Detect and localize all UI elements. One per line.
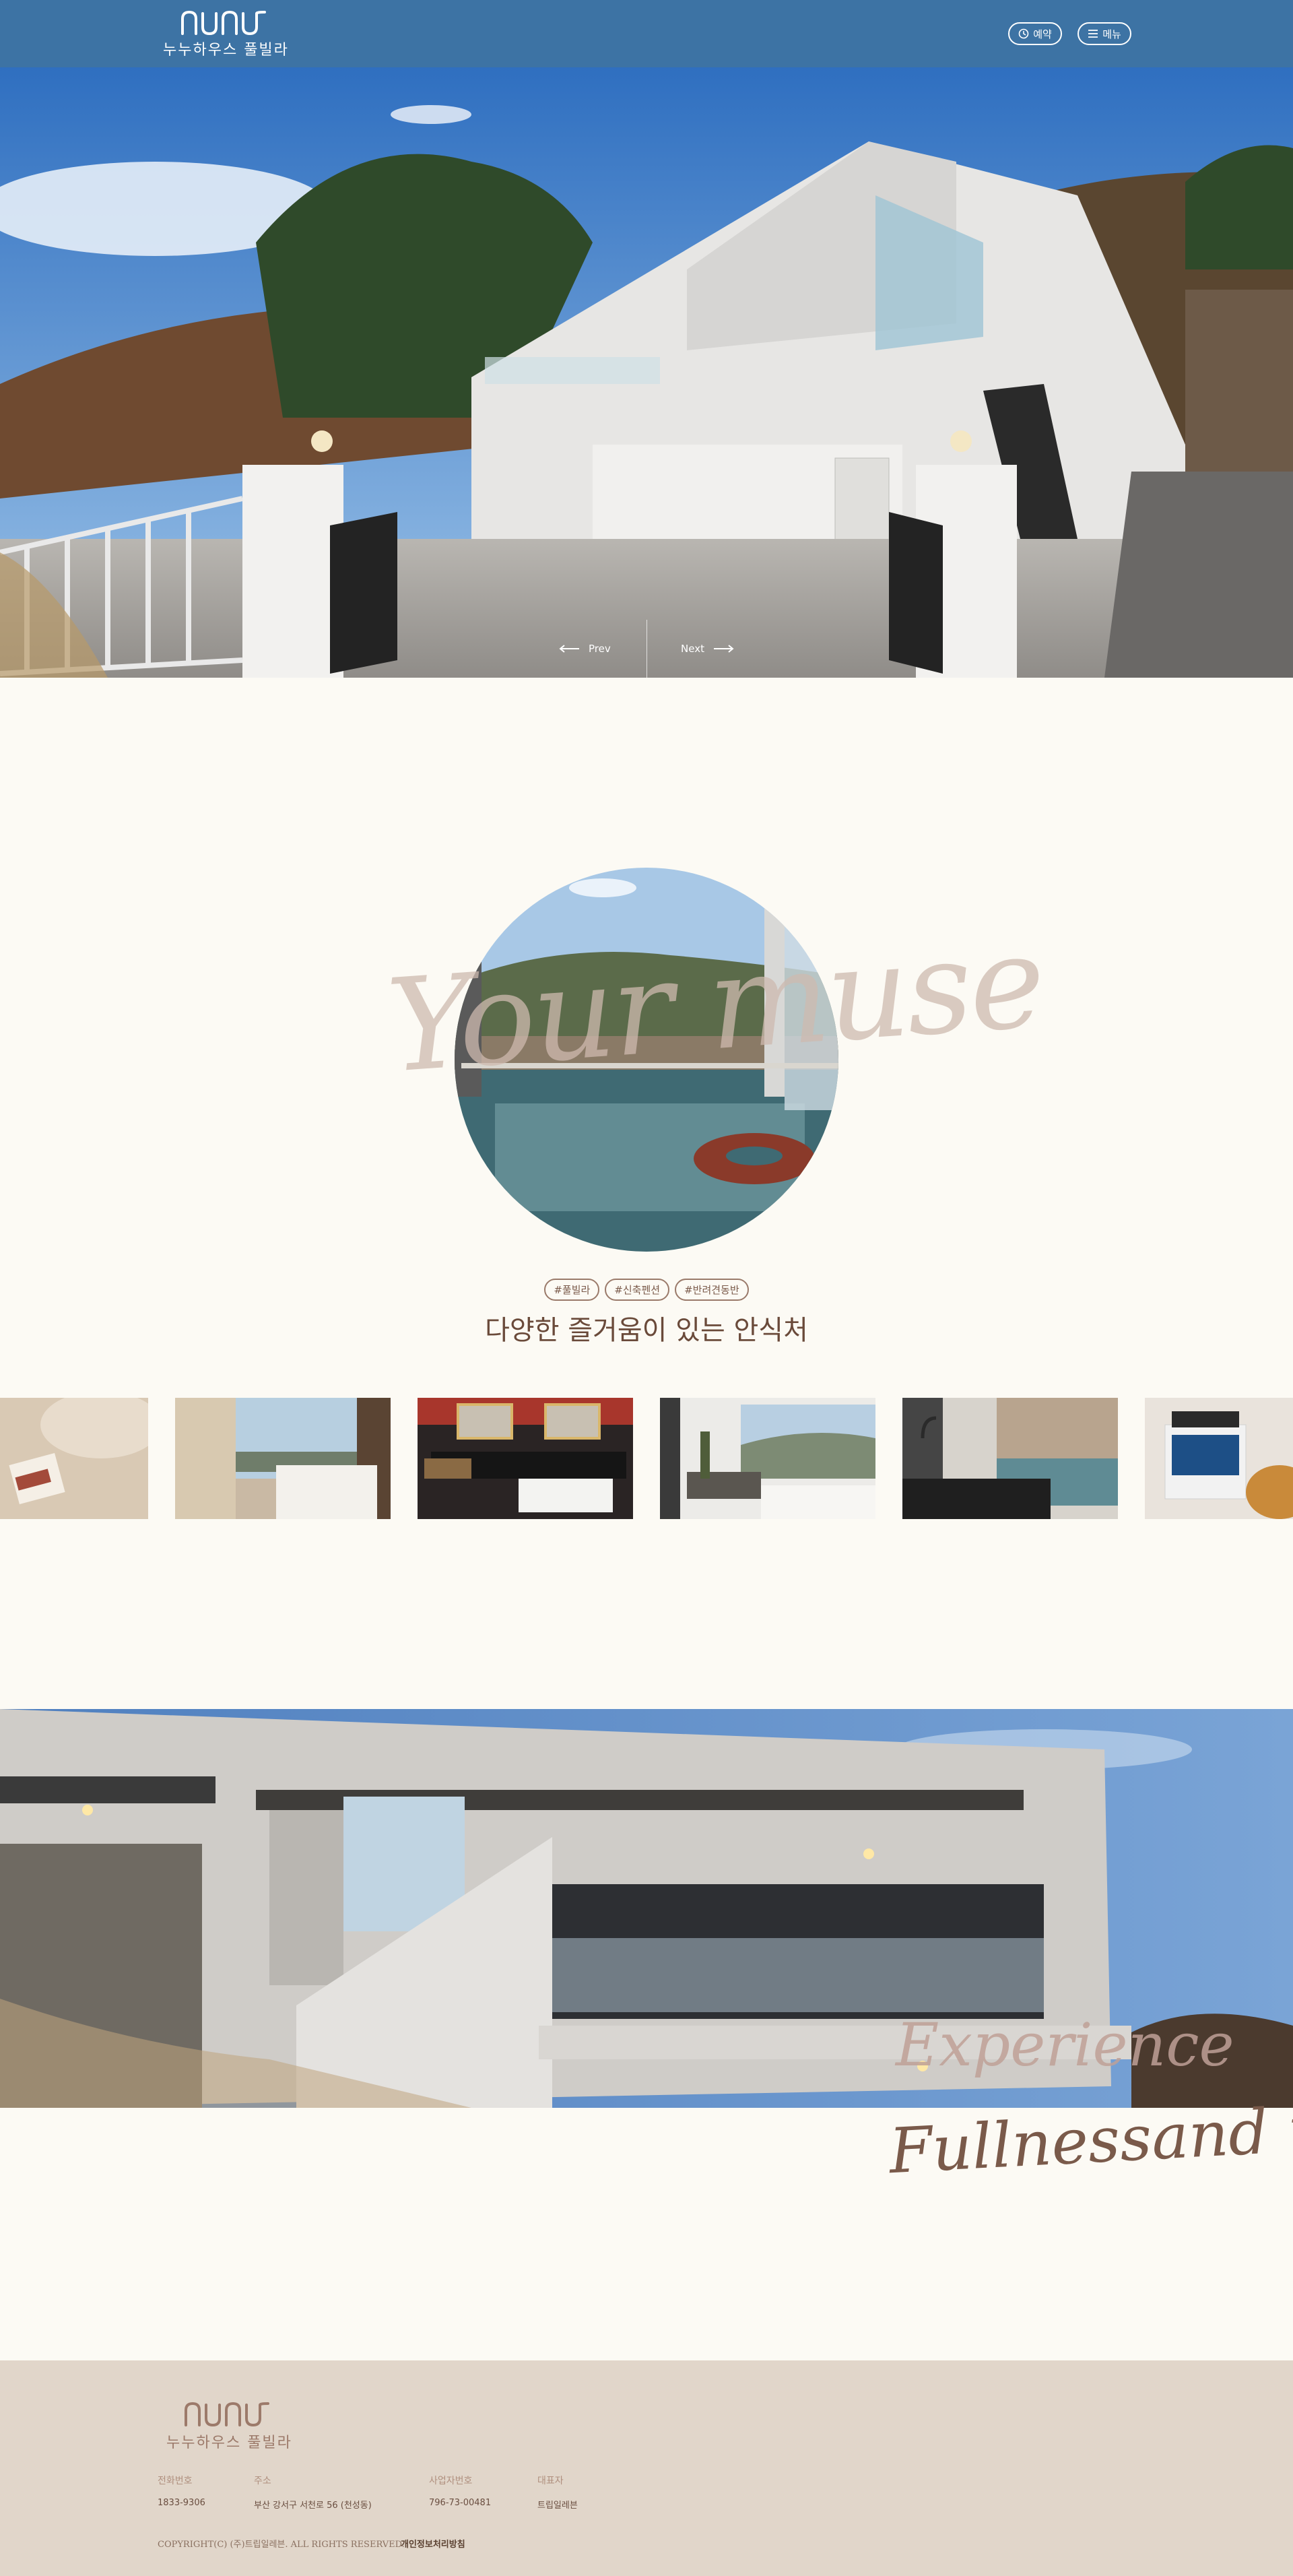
bathroom-photo <box>418 1398 633 1519</box>
tag-poolvilla[interactable]: #풀빌라 <box>544 1279 600 1301</box>
kitchen-pool-photo <box>902 1398 1118 1519</box>
menu-label: 메뉴 <box>1102 28 1121 40</box>
site-footer: 누누하우스 풀빌라 전화번호 1833-9306 주소 부산 강서구 서천로 5… <box>0 2360 1293 2576</box>
brand-name: 누누하우스 풀빌라 <box>163 42 289 59</box>
phone-label: 전화번호 <box>158 2476 193 2486</box>
next-label: Next <box>681 643 704 655</box>
ceo-value: 트립일레븐 <box>537 2501 578 2511</box>
gallery-item[interactable] <box>418 1398 633 1519</box>
hero-slider <box>0 67 1293 678</box>
footer-logo[interactable]: 누누하우스 풀빌라 <box>166 2401 292 2452</box>
experience-script-heading: Experience <box>896 2010 1234 2080</box>
copyright-text: COPYRIGHT(C) (주)트립일레븐. ALL RIGHTS RESERV… <box>158 2540 405 2550</box>
tag-new-pension[interactable]: #신축펜션 <box>605 1279 670 1301</box>
tag-pet-friendly[interactable]: #반려견동반 <box>675 1279 749 1301</box>
nunu-logo-mark <box>185 2402 270 2427</box>
footer-business-number: 사업자번호 796-73-00481 <box>429 2474 491 2508</box>
room-gallery <box>0 1398 1293 1519</box>
gallery-item[interactable] <box>902 1398 1118 1519</box>
villa-exterior-photo <box>0 67 1293 678</box>
arrow-right-icon <box>714 645 734 653</box>
menu-button[interactable]: 메뉴 <box>1078 22 1131 45</box>
gallery-item[interactable] <box>1145 1398 1293 1519</box>
next-button[interactable]: Next <box>681 643 734 655</box>
tag-list: #풀빌라 #신축펜션 #반려견동반 <box>0 1279 1293 1301</box>
game-room-photo <box>1145 1398 1293 1519</box>
business-number-label: 사업자번호 <box>429 2476 473 2486</box>
sofa-book-photo <box>0 1398 148 1519</box>
footer-ceo: 대표자 트립일레븐 <box>537 2474 578 2511</box>
prev-button[interactable]: Prev <box>559 643 611 655</box>
address-value: 부산 강서구 서천로 56 (천성동) <box>254 2501 372 2511</box>
business-number-value: 796-73-00481 <box>429 2498 492 2508</box>
phone-value: 1833-9306 <box>158 2498 205 2508</box>
hamburger-icon <box>1088 30 1098 38</box>
gallery-item[interactable] <box>0 1398 148 1519</box>
nunu-logo-mark <box>181 10 267 36</box>
privacy-policy-link[interactable]: 개인정보처리방침 <box>401 2537 465 2550</box>
gallery-item[interactable] <box>175 1398 391 1519</box>
address-label: 주소 <box>254 2476 271 2486</box>
slider-divider <box>646 620 647 678</box>
footer-address: 주소 부산 강서구 서천로 56 (천성동) <box>254 2474 372 2511</box>
arrow-left-icon <box>559 645 579 653</box>
section-title: 다양한 즐거움이 있는 안식처 <box>485 1315 808 1346</box>
living-room-photo <box>660 1398 875 1519</box>
reserve-label: 예약 <box>1033 28 1052 40</box>
reserve-button[interactable]: 예약 <box>1008 22 1062 45</box>
gallery-item[interactable] <box>660 1398 875 1519</box>
footer-phone: 전화번호 1833-9306 <box>158 2474 205 2508</box>
footer-brand-name: 누누하우스 풀빌라 <box>166 2435 292 2451</box>
site-header: 누누하우스 풀빌라 예약 메뉴 <box>0 0 1293 67</box>
muse-script-heading: Your muse <box>383 907 1047 1101</box>
bedroom-view-photo <box>175 1398 391 1519</box>
prev-label: Prev <box>589 643 611 655</box>
clock-icon <box>1018 28 1029 39</box>
brand-logo[interactable]: 누누하우스 풀빌라 <box>163 9 289 59</box>
slider-controls: Prev Next <box>552 620 741 678</box>
ceo-label: 대표자 <box>537 2476 564 2486</box>
